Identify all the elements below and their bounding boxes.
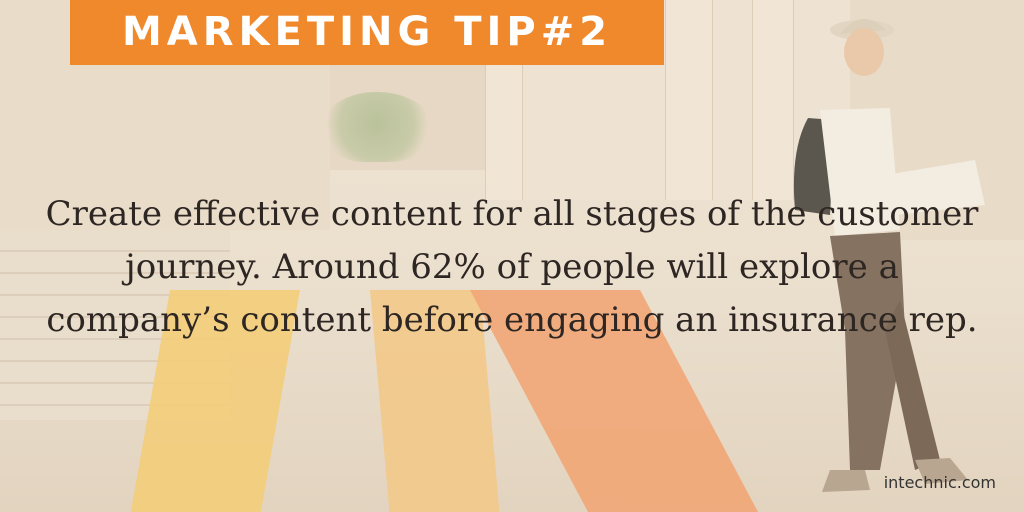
tip-body-line: company’s content before engaging an ins… — [46, 300, 978, 340]
footer-site-url: intechnic.com — [883, 473, 996, 492]
tip-body-line: Create effective content for all stages … — [45, 194, 979, 234]
tip-body-line: journey. Around 62% of people will explo… — [125, 247, 899, 287]
tip-badge: MARKETING TIP#2 — [70, 0, 664, 65]
tip-body: Create effective content for all stages … — [10, 188, 1014, 347]
tip-badge-title: MARKETING TIP#2 — [121, 9, 613, 55]
